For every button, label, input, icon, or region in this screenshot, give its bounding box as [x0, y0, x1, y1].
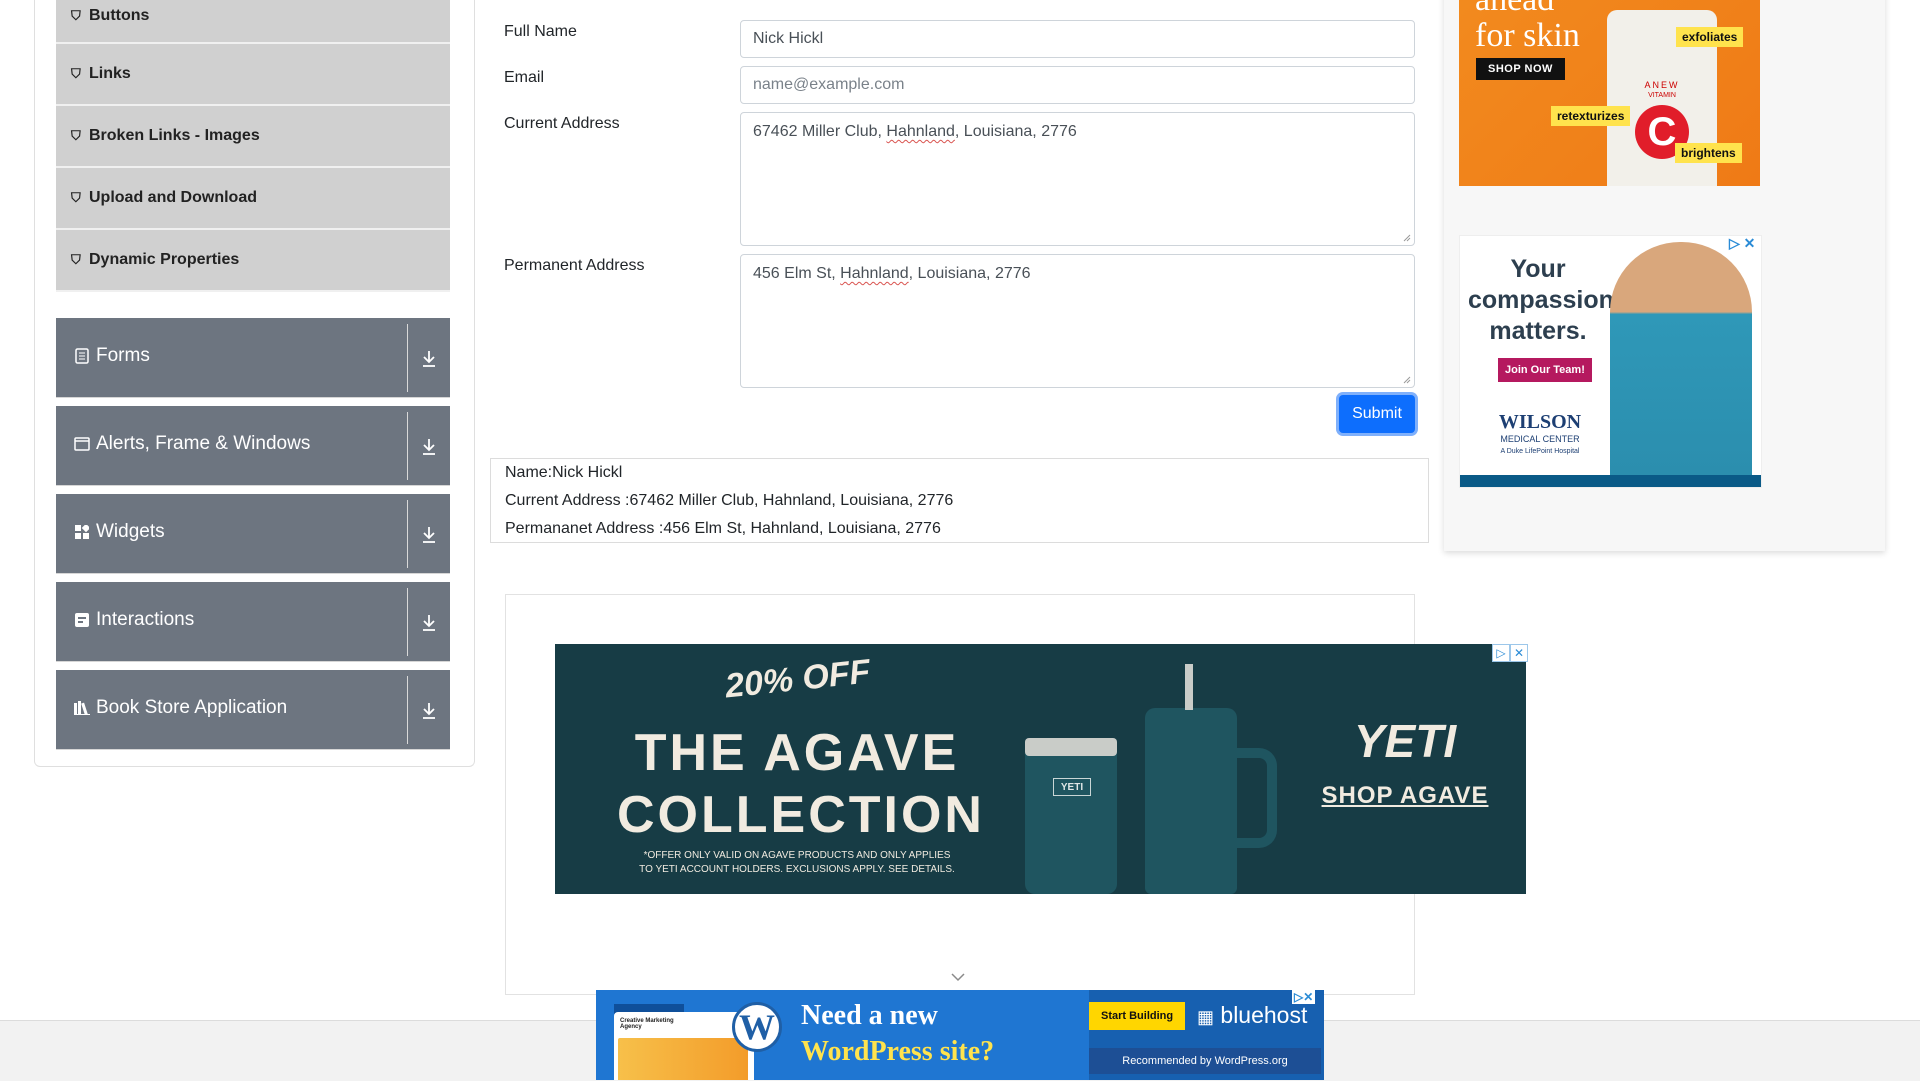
menu-item-upload-download[interactable]: ⛉ Upload and Download: [56, 168, 450, 230]
menu-item-buttons[interactable]: ⛉ Buttons: [56, 0, 450, 44]
element-icon: ⛉: [71, 190, 81, 205]
ad-headline: Your compassion matters.: [1468, 255, 1614, 345]
group-interactions[interactable]: Interactions: [56, 582, 450, 662]
ad-cta[interactable]: SHOP AGAVE: [1315, 782, 1495, 810]
email-input[interactable]: name@example.com: [740, 66, 1415, 104]
download-icon[interactable]: [420, 523, 438, 545]
divider: [407, 324, 408, 392]
group-alerts-frame-windows[interactable]: Alerts, Frame & Windows: [56, 406, 450, 486]
email-label: Email: [504, 69, 545, 86]
download-icon[interactable]: [420, 611, 438, 633]
permanent-address-label: Permanent Address: [504, 257, 645, 274]
element-icon: ⛉: [71, 252, 81, 267]
ad-tag: brightens: [1675, 143, 1742, 163]
adchoices-icon[interactable]: ▷ ✕: [1729, 235, 1755, 252]
ad-band: [1460, 475, 1761, 487]
group-book-store[interactable]: Book Store Application: [56, 670, 450, 750]
spellcheck-word: Hahnland: [886, 123, 955, 140]
element-icon: ⛉: [71, 66, 81, 81]
output-permanent-address: Permananet Address :456 Elm St, Hahnland…: [505, 520, 941, 537]
download-icon[interactable]: [420, 435, 438, 457]
address-text: , Louisiana, 2776: [908, 265, 1031, 282]
ad-cta[interactable]: Start Building: [1089, 1002, 1186, 1030]
ad-logo: WILSON MEDICAL CENTER A Duke LifePoint H…: [1498, 411, 1582, 455]
group-label: Widgets: [96, 521, 165, 542]
ad-cta[interactable]: Join Our Team!: [1498, 358, 1592, 382]
books-icon: [74, 700, 90, 716]
menu-item-broken-links[interactable]: ⛉ Broken Links - Images: [56, 106, 450, 168]
address-text: , Louisiana, 2776: [954, 123, 1077, 140]
menu-item-dynamic-properties[interactable]: ⛉ Dynamic Properties: [56, 230, 450, 292]
adchoices-icon[interactable]: ▷✕: [1292, 990, 1316, 1004]
group-label: Book Store Application: [96, 697, 288, 718]
download-icon[interactable]: [420, 699, 438, 721]
full-name-input[interactable]: Nick Hickl: [740, 20, 1415, 58]
output-box: Name:Nick Hickl Current Address :67462 M…: [490, 458, 1429, 543]
ad-yeti[interactable]: 20% OFF THE AGAVE COLLECTION *OFFER ONLY …: [555, 644, 1526, 894]
menu-item-links[interactable]: ⛉ Links: [56, 44, 450, 106]
menu-item-label: Buttons: [89, 7, 150, 24]
group-widgets[interactable]: Widgets: [56, 494, 450, 574]
resize-handle-icon[interactable]: [1403, 234, 1411, 242]
divider: [407, 500, 408, 568]
ad-headline: THE AGAVE COLLECTION: [617, 724, 985, 844]
ad-tag: exfoliates: [1676, 27, 1744, 47]
spellcheck-word: Hahnland: [840, 265, 909, 282]
grid-icon: [74, 524, 90, 540]
element-icon: ⛉: [71, 128, 81, 143]
full-name-label: Full Name: [504, 23, 577, 40]
ad-brand: ▦ bluehost: [1197, 1002, 1308, 1028]
ad-tag: retexturizes: [1551, 106, 1631, 126]
permanent-address-textarea[interactable]: 456 Elm St, Hahnland, Louisiana, 2776: [740, 254, 1415, 388]
group-label: Forms: [96, 345, 150, 366]
current-address-textarea[interactable]: 67462 Miller Club, Hahnland, Louisiana, …: [740, 112, 1415, 246]
group-label: Alerts, Frame & Windows: [96, 433, 311, 454]
ad-cta[interactable]: SHOP NOW: [1476, 58, 1565, 80]
address-text: 456 Elm St,: [753, 265, 841, 282]
ad-bluehost[interactable]: Creative Marketing Agency W Need a new Wo…: [596, 990, 1324, 1080]
adchoices-icon[interactable]: ▷✕: [1492, 644, 1528, 662]
group-label: Interactions: [96, 609, 195, 630]
menu-item-label: Links: [89, 65, 131, 82]
ad-brand: YETI: [1353, 715, 1457, 767]
menu-item-label: Upload and Download: [89, 189, 257, 206]
ad-skincare[interactable]: aheadfor skin SHOP NOW ANEW VITAMIN C ex…: [1459, 0, 1760, 186]
tumbler-image: YETI: [1025, 738, 1117, 894]
address-text: 67462 Miller Club,: [753, 123, 887, 140]
clipboard-icon: [74, 348, 90, 364]
output-current-address: Current Address :67462 Miller Club, Hahn…: [505, 492, 954, 509]
divider: [407, 588, 408, 656]
elements-submenu: ⛉ Buttons ⛉ Links ⛉ Broken Links - Images ⛉…: [56, 0, 450, 292]
ad-headline: aheadfor skin: [1475, 0, 1580, 54]
grid-icon: ▦: [1197, 1007, 1215, 1027]
wordpress-logo-icon: W: [732, 1002, 782, 1052]
ad-hospital[interactable]: Your compassion matters. Join Our Team! WI…: [1459, 235, 1762, 488]
ad-discount: 20% OFF: [723, 652, 873, 706]
submit-button[interactable]: Submit: [1339, 395, 1415, 433]
ad-headline: Need a new WordPress site?: [801, 1000, 995, 1067]
left-panel: ⛉ Buttons ⛉ Links ⛉ Broken Links - Images ⛉…: [34, 0, 475, 767]
interaction-icon: [74, 612, 90, 628]
divider: [407, 412, 408, 480]
element-icon: ⛉: [71, 8, 81, 23]
window-icon: [74, 436, 90, 452]
menu-item-label: Dynamic Properties: [89, 251, 240, 268]
group-forms[interactable]: Forms: [56, 318, 450, 398]
chevron-down-icon[interactable]: [948, 970, 968, 984]
current-address-label: Current Address: [504, 115, 620, 132]
ad-fineprint: *OFFER ONLY VALID ON AGAVE PRODUCTS AND …: [639, 850, 955, 875]
divider: [407, 676, 408, 744]
ad-photo: [1610, 242, 1752, 475]
menu-item-label: Broken Links - Images: [89, 127, 260, 144]
ad-recommendation: Recommended by WordPress.org: [1089, 1048, 1321, 1074]
resize-handle-icon[interactable]: [1403, 376, 1411, 384]
mug-image: [1145, 664, 1277, 894]
output-name: Name:Nick Hickl: [505, 464, 623, 481]
download-icon[interactable]: [420, 347, 438, 369]
